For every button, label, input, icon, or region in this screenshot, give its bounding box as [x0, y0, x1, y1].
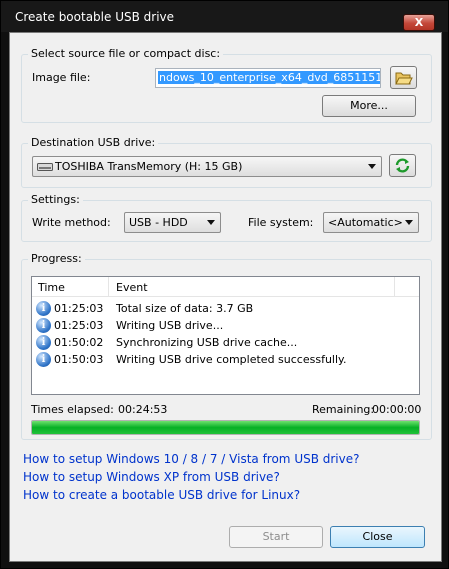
row-time: 01:50:03	[54, 353, 104, 366]
link-bootable-linux[interactable]: How to create a bootable USB drive for L…	[23, 488, 300, 502]
image-file-value: ndows_10_enterprise_x64_dvd_6851151.iso	[158, 71, 380, 84]
info-icon: i	[36, 352, 51, 367]
folder-open-icon	[395, 72, 413, 85]
progress-bar-fill	[32, 421, 419, 434]
info-icon: i	[36, 318, 51, 333]
refresh-button[interactable]	[389, 154, 416, 177]
window-title: Create bootable USB drive	[15, 10, 175, 24]
write-method-label: Write method:	[32, 216, 111, 229]
browse-button[interactable]	[390, 66, 417, 89]
usb-drive-icon	[37, 163, 53, 171]
image-file-input[interactable]: ndows_10_enterprise_x64_dvd_6851151.iso	[155, 68, 381, 88]
remaining-label: Remaining:	[312, 403, 375, 416]
chevron-down-icon	[405, 220, 413, 225]
write-method-select[interactable]: USB - HDD	[124, 212, 221, 233]
row-event: Synchronizing USB drive cache...	[116, 336, 298, 349]
file-system-value: <Automatic>	[328, 216, 403, 229]
column-header-time[interactable]: Time	[38, 281, 65, 294]
link-setup-windows-10[interactable]: How to setup Windows 10 / 8 / 7 / Vista …	[23, 452, 360, 466]
row-event: Writing USB drive completed successfully…	[116, 353, 347, 366]
source-group-label: Select source file or compact disc:	[28, 47, 224, 60]
chevron-down-icon	[207, 220, 215, 225]
file-system-label: File system:	[248, 216, 314, 229]
chevron-down-icon	[368, 164, 376, 169]
progress-bar	[31, 420, 420, 435]
start-button[interactable]: Start	[229, 526, 323, 548]
progress-group: Progress: Time Event i 01:25:03 Total si…	[21, 252, 432, 440]
table-row[interactable]: i 01:25:03 Total size of data: 3.7 GB	[32, 301, 419, 318]
destination-group: Destination USB drive: TOSHIBA TransMemo…	[21, 136, 432, 188]
elapsed-value: 00:24:53	[118, 403, 168, 416]
column-header-event[interactable]: Event	[116, 281, 148, 294]
row-time: 01:25:03	[54, 319, 104, 332]
info-icon: i	[36, 301, 51, 316]
dialog-client-area: Select source file or compact disc: Imag…	[9, 32, 442, 562]
write-method-value: USB - HDD	[129, 216, 188, 229]
info-icon: i	[36, 335, 51, 350]
dialog-window: Create bootable USB drive X Select sourc…	[0, 0, 449, 569]
row-event: Writing USB drive...	[116, 319, 224, 332]
refresh-icon	[395, 158, 410, 173]
usb-drive-value: TOSHIBA TransMemory (H: 15 GB)	[55, 160, 243, 173]
close-button[interactable]: Close	[330, 526, 425, 548]
row-time: 01:50:02	[54, 336, 104, 349]
usb-drive-select[interactable]: TOSHIBA TransMemory (H: 15 GB)	[32, 156, 382, 177]
link-setup-windows-xp[interactable]: How to setup Windows XP from USB drive?	[23, 470, 280, 484]
elapsed-label: Times elapsed:	[31, 403, 114, 416]
destination-group-label: Destination USB drive:	[28, 136, 159, 149]
table-row[interactable]: i 01:25:03 Writing USB drive...	[32, 318, 419, 335]
table-row[interactable]: i 01:50:03 Writing USB drive completed s…	[32, 352, 419, 369]
event-log-list[interactable]: Time Event i 01:25:03 Total size of data…	[31, 276, 420, 395]
progress-group-label: Progress:	[28, 252, 85, 265]
more-button[interactable]: More...	[322, 95, 416, 117]
table-row[interactable]: i 01:50:02 Synchronizing USB drive cache…	[32, 335, 419, 352]
settings-group: Settings: Write method: USB - HDD File s…	[21, 193, 432, 242]
remaining-value: 00:00:00	[372, 403, 422, 416]
image-file-label: Image file:	[32, 71, 91, 84]
window-close-button[interactable]: X	[403, 14, 435, 31]
settings-group-label: Settings:	[28, 193, 83, 206]
file-system-select[interactable]: <Automatic>	[323, 212, 419, 233]
event-log-header: Time Event	[32, 277, 419, 297]
row-event: Total size of data: 3.7 GB	[116, 302, 254, 315]
title-bar[interactable]: Create bootable USB drive X	[1, 1, 448, 32]
source-group: Select source file or compact disc: Imag…	[21, 47, 432, 123]
row-time: 01:25:03	[54, 302, 104, 315]
